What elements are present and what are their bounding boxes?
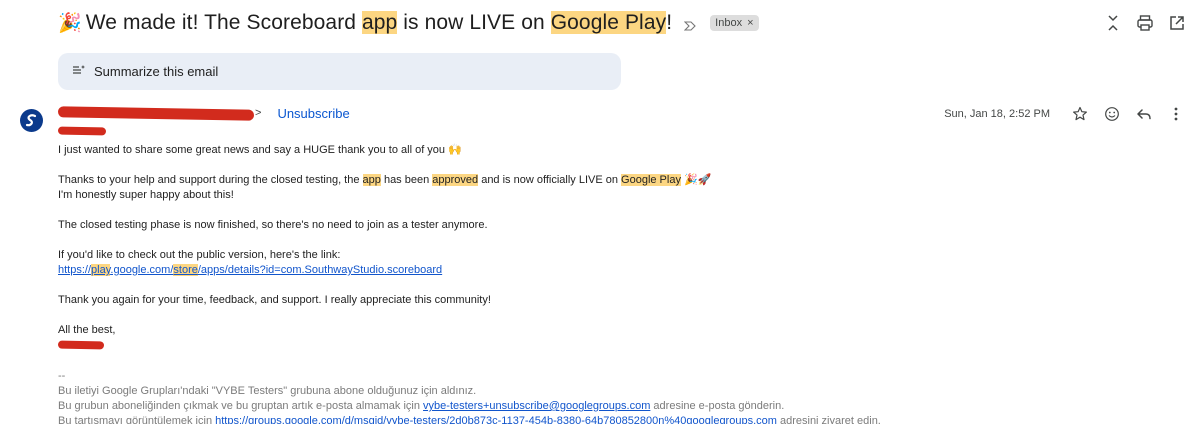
footer-line: Bu iletiyi Google Grupları'ndaki "VYBE T… bbox=[58, 385, 477, 397]
footer-line: Bu grubun aboneliğinden çıkmak ve bu gru… bbox=[58, 400, 785, 412]
discussion-link[interactable]: https://groups.google.com/d/msgid/vybe-t… bbox=[215, 415, 777, 424]
body-line: Thanks to your help and support during t… bbox=[58, 174, 712, 186]
summarize-email-button[interactable]: Summarize this email bbox=[58, 53, 621, 90]
footer-line: Bu tartışmayı görüntülemek için https://… bbox=[58, 414, 1168, 424]
sender-email-arrow: > bbox=[255, 107, 262, 119]
message-date[interactable]: Sun, Jan 18, 2:52 PM bbox=[944, 108, 1050, 120]
sender-row: > Unsubscribe bbox=[57, 104, 350, 122]
sender-logo-icon bbox=[25, 114, 37, 127]
summarize-label: Summarize this email bbox=[94, 64, 219, 79]
body-line: I just wanted to share some great news a… bbox=[58, 144, 462, 156]
body-line: The closed testing phase is now finished… bbox=[58, 219, 488, 231]
expand-collapse-icon[interactable] bbox=[1104, 14, 1122, 32]
body-line: I'm honestly super happy about this! bbox=[58, 189, 234, 201]
body-line: If you'd like to check out the public ve… bbox=[58, 249, 341, 261]
body-line: All the best, bbox=[58, 324, 116, 336]
search-highlight: play bbox=[91, 264, 111, 276]
subject-row: 🎉 We made it! The Scoreboard app is now L… bbox=[58, 8, 759, 38]
message-meta: Sun, Jan 18, 2:52 PM bbox=[944, 104, 1186, 124]
recipient-row[interactable] bbox=[57, 122, 107, 140]
search-highlight: store bbox=[173, 264, 198, 276]
emoji-reaction-icon[interactable] bbox=[1102, 104, 1122, 124]
play-store-link[interactable]: https://play.google.com/store/apps/detai… bbox=[58, 264, 442, 276]
unsubscribe-link[interactable]: Unsubscribe bbox=[277, 106, 349, 121]
party-popper-emoji: 🎉 bbox=[58, 13, 82, 34]
footer-separator: -- bbox=[58, 370, 66, 382]
inbox-label-text: Inbox bbox=[715, 17, 743, 29]
group-footer: -- Bu iletiyi Google Grupları'ndaki "VYB… bbox=[58, 369, 1168, 424]
search-highlight: Google Play bbox=[621, 174, 681, 186]
redacted-sender-name bbox=[57, 105, 255, 121]
thread-actions bbox=[1104, 14, 1186, 32]
search-highlight: Google Play bbox=[550, 11, 667, 34]
reply-icon[interactable] bbox=[1134, 104, 1154, 124]
search-highlight: app bbox=[362, 174, 381, 186]
remove-label-icon[interactable]: × bbox=[747, 17, 753, 29]
search-highlight: app bbox=[362, 11, 398, 34]
unsubscribe-email-link[interactable]: vybe-testers+unsubscribe@googlegroups.co… bbox=[423, 400, 650, 412]
star-icon[interactable] bbox=[1070, 104, 1090, 124]
redacted-signature bbox=[57, 340, 105, 350]
open-in-new-window-icon[interactable] bbox=[1168, 14, 1186, 32]
summarize-sparkle-icon bbox=[72, 64, 86, 79]
search-highlight: approved bbox=[432, 174, 479, 186]
more-vert-icon[interactable] bbox=[1166, 104, 1186, 124]
email-subject: 🎉 We made it! The Scoreboard app is now L… bbox=[58, 11, 673, 34]
inbox-label-chip[interactable]: Inbox × bbox=[710, 15, 759, 31]
importance-marker-icon[interactable] bbox=[683, 18, 696, 31]
print-icon[interactable] bbox=[1136, 14, 1154, 32]
body-line: Thank you again for your time, feedback,… bbox=[58, 294, 491, 306]
redacted-recipient bbox=[57, 126, 107, 136]
sender-avatar[interactable] bbox=[20, 109, 43, 132]
email-body: I just wanted to share some great news a… bbox=[57, 143, 1168, 424]
